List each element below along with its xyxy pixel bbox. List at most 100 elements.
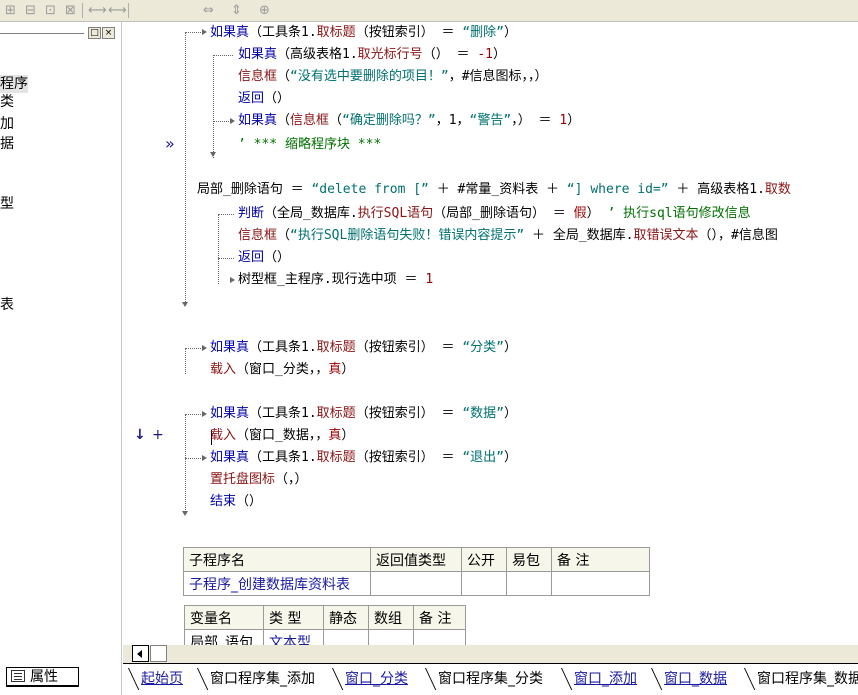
tree-item-table[interactable]: 表 — [0, 296, 14, 314]
grid-icon[interactable]: ⊠ — [62, 2, 79, 19]
editor-gutter[interactable]: » ↓ + — [123, 22, 180, 645]
panel-grip[interactable] — [0, 33, 84, 35]
width-icon[interactable]: ⇔ — [200, 2, 217, 19]
tab-add-assembly[interactable]: 窗口程序集_添加 — [196, 668, 315, 690]
table-cell[interactable] — [413, 629, 466, 645]
code-line[interactable]: 判断（全局_数据库.执行SQL语句（局部_删除语句） ＝ 假） ’ 执行sql语… — [238, 203, 751, 225]
code-line[interactable]: 如果真（高级表格1.取光标行号（） ＝ -1） — [238, 44, 506, 66]
flow-guide — [218, 214, 234, 215]
document-tabs: 起始页 窗口程序集_添加 窗口_分类 窗口程序集_分类 窗口_添加 窗口_数据 … — [123, 663, 858, 695]
flow-guide — [218, 258, 234, 259]
bookmark-marker: » — [165, 134, 175, 153]
align-h-icon[interactable]: ⟷ — [88, 2, 107, 19]
tab-category-window[interactable]: 窗口_分类 — [331, 668, 408, 690]
tree-item-data[interactable]: 据 — [0, 135, 14, 153]
tab-add-window[interactable]: 窗口_添加 — [560, 668, 637, 690]
align-v-icon[interactable]: ⟷ — [108, 2, 127, 19]
properties-tab[interactable]: 属性 — [6, 667, 79, 687]
code-line[interactable]: 信息框（“执行SQL删除语句失败！错误内容提示” ＋ 全局_数据库.取错误文本（… — [238, 225, 778, 247]
design-toolbar: ⊞ ⊟ ⊡ ⊠ ⟷ ⟷ ⇔ ⇕ ⊕ — [0, 0, 858, 22]
code-line[interactable]: 树型框_主程序.现行选中项 ＝ 1 — [238, 269, 433, 291]
col-header: 返回值类型 — [370, 547, 462, 572]
subprogram-table: 子程序名 返回值类型 公开 易包 备 注 子程序_创建数据库资料表 — [183, 547, 650, 596]
scroll-right-button[interactable] — [150, 645, 167, 662]
expand-plus-icon[interactable]: + — [152, 427, 164, 443]
code-editor[interactable]: 如果真（工具条1.取标题（按钮索引） ＝ “删除”） 如果真（高级表格1.取光标… — [180, 22, 858, 645]
code-line[interactable]: 置托盘图标（，） — [210, 469, 308, 491]
flow-arrow-icon — [210, 152, 216, 157]
code-line[interactable]: 如果真（工具条1.取标题（按钮索引） ＝ “退出”） — [210, 447, 517, 469]
col-header: 公开 — [461, 547, 507, 572]
table-cell[interactable] — [370, 571, 462, 596]
subprogram-name-cell[interactable]: 子程序_创建数据库资料表 — [183, 571, 371, 596]
panel-header: □ × — [0, 25, 119, 41]
tab-data-window[interactable]: 窗口_数据 — [650, 668, 727, 690]
flow-guide — [213, 55, 233, 56]
code-line[interactable]: 结束（） — [210, 491, 262, 513]
breakpoint-arrow-icon: ↓ — [134, 427, 146, 443]
table-row[interactable]: 局部_语句 文本型 — [184, 629, 466, 645]
col-header: 子程序名 — [183, 547, 371, 572]
tab-data-assembly[interactable]: 窗口程序集_数据 — [743, 668, 858, 690]
code-line-collapsed[interactable]: ’ *** 缩略程序块 *** — [238, 134, 381, 156]
center-icon[interactable]: ⊕ — [256, 2, 273, 19]
scroll-left-button[interactable] — [132, 645, 149, 662]
flow-arrow-icon — [230, 277, 235, 283]
toolbar-separator — [82, 3, 83, 18]
col-header: 变量名 — [184, 605, 264, 630]
flow-arrow-icon — [230, 118, 235, 124]
panel-close-button[interactable]: × — [102, 27, 115, 39]
code-line[interactable]: 返回（） — [238, 88, 290, 110]
variable-name-cell[interactable]: 局部_语句 — [184, 629, 264, 645]
horizontal-scrollbar[interactable] — [123, 645, 858, 663]
height-icon[interactable]: ⇕ — [228, 2, 245, 19]
code-line[interactable]: 如果真（工具条1.取标题（按钮索引） ＝ “数据”） — [210, 403, 517, 425]
col-header: 易包 — [506, 547, 552, 572]
code-line[interactable]: 如果真（工具条1.取标题（按钮索引） ＝ “删除”） — [210, 22, 517, 44]
table-layout-icon[interactable]: ⊞ — [2, 2, 19, 19]
project-panel: □ × 程序 类 加 据 型 表 属性 — [0, 22, 122, 695]
properties-tab-label: 属性 — [30, 669, 58, 685]
merge-icon[interactable]: ⊟ — [22, 2, 39, 19]
flow-arrow-icon — [202, 411, 207, 417]
table-cell[interactable] — [461, 571, 507, 596]
flow-guide — [185, 32, 186, 302]
tree-item-class[interactable]: 类 — [0, 93, 14, 111]
tree-item-program[interactable]: 程序 — [0, 75, 28, 93]
flow-arrow-icon — [202, 29, 207, 35]
code-line-current[interactable]: 载入（窗口_数据，，真） — [210, 425, 354, 447]
table-cell[interactable] — [323, 629, 369, 645]
table-row[interactable]: 子程序_创建数据库资料表 — [183, 571, 650, 596]
toolbar-separator — [128, 3, 129, 18]
table-header-row: 子程序名 返回值类型 公开 易包 备 注 — [183, 547, 650, 572]
col-header: 类 型 — [263, 605, 324, 630]
tree-item-type[interactable]: 型 — [0, 195, 14, 213]
variable-type-cell[interactable]: 文本型 — [263, 629, 324, 645]
code-line[interactable]: 如果真（工具条1.取标题（按钮索引） ＝ “分类”） — [210, 337, 517, 359]
properties-icon — [11, 670, 25, 682]
code-line[interactable]: 载入（窗口_分类，，真） — [210, 359, 354, 381]
flow-guide — [185, 348, 186, 374]
code-line[interactable]: 返回（） — [238, 247, 290, 269]
code-line[interactable]: 如果真（信息框（“确定删除吗？”，1，“警告”，） ＝ 1） — [238, 110, 580, 132]
col-header: 静态 — [323, 605, 369, 630]
col-header: 数组 — [368, 605, 414, 630]
flow-arrow-icon — [182, 302, 188, 307]
variable-table: 变量名 类 型 静态 数组 备 注 局部_语句 文本型 — [184, 605, 466, 645]
table-cell[interactable] — [551, 571, 650, 596]
panel-minimize-button[interactable]: □ — [88, 27, 101, 39]
flow-arrow-icon — [182, 511, 188, 516]
col-header: 备 注 — [413, 605, 466, 630]
col-header: 备 注 — [551, 547, 650, 572]
code-line[interactable]: 局部_删除语句 ＝ “delete from [” ＋ #常量_资料表 ＋ “]… — [197, 179, 791, 201]
tab-category-assembly[interactable]: 窗口程序集_分类 — [424, 668, 543, 690]
tab-start-page[interactable]: 起始页 — [127, 668, 183, 690]
flow-guide — [185, 414, 186, 514]
code-line[interactable]: 信息框（“没有选中要删除的项目！”，#信息图标，，） — [238, 66, 548, 88]
table-cell[interactable] — [506, 571, 552, 596]
tree-item-add[interactable]: 加 — [0, 115, 14, 133]
table-cell[interactable] — [368, 629, 414, 645]
flow-guide — [213, 55, 214, 158]
split-icon[interactable]: ⊡ — [42, 2, 59, 19]
table-header-row: 变量名 类 型 静态 数组 备 注 — [184, 605, 466, 630]
